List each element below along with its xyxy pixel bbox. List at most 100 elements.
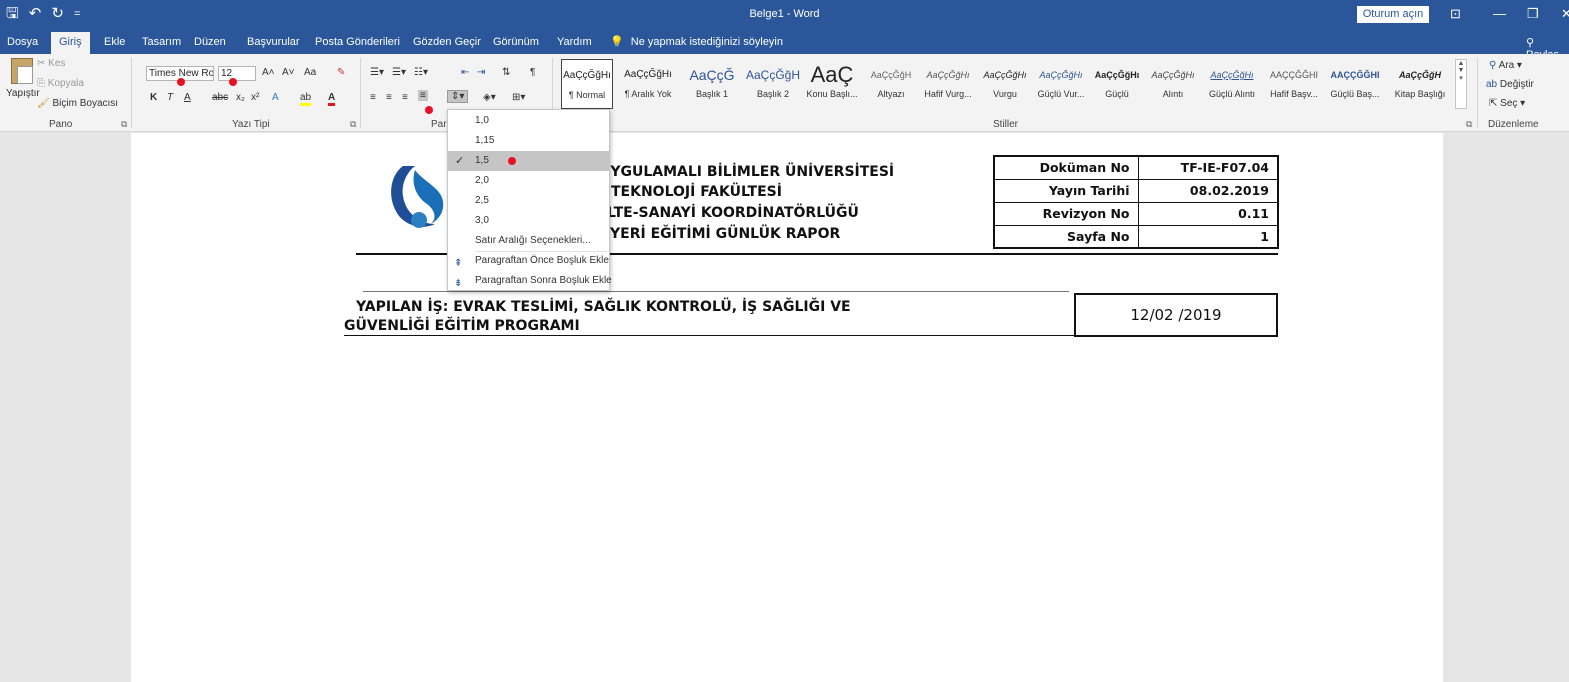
pilcrow-icon[interactable]: ¶ (530, 67, 535, 78)
style-heading1[interactable]: AaÇçĞ Başlık 1 (682, 59, 742, 109)
line-spacing-option[interactable]: 3,0 (448, 211, 609, 231)
line-spacing-option[interactable]: 1,0 (448, 111, 609, 131)
font-launcher-icon[interactable]: ⧉ (350, 119, 356, 130)
style-subtitle[interactable]: AaÇçĞğH Altyazı (863, 59, 919, 109)
style-sample: AaÇçĞğHı (563, 70, 611, 81)
person-icon: ⚲ (1526, 37, 1535, 49)
line-spacing-option[interactable]: 1,15 (448, 131, 609, 151)
style-sample: AaÇçĞğH (745, 68, 801, 82)
line-spacing-options-more[interactable]: Satır Aralığı Seçenekleri... (448, 231, 609, 251)
style-name: Başlık 2 (756, 89, 789, 99)
style-subtle-emphasis[interactable]: AaÇçĞğHı Hafif Vurg... (919, 59, 977, 109)
maximize-icon[interactable]: ❐ (1527, 6, 1539, 22)
style-intense-emphasis[interactable]: AaÇçĞğHı Güçlü Vur... (1033, 59, 1089, 109)
clipboard-launcher-icon[interactable]: ⧉ (121, 119, 127, 130)
space-after-icon: ⇟ (454, 278, 463, 289)
strikethrough-button[interactable]: abc (212, 92, 228, 103)
style-sample: AaÇçĞğHı (1094, 70, 1140, 80)
window-title: Belge1 - Word (749, 8, 820, 20)
line-spacing-option[interactable]: 2,5 (448, 191, 609, 211)
align-left-icon[interactable]: ≡ (370, 92, 376, 103)
brush-icon: 🖌 (37, 98, 50, 109)
style-quote[interactable]: AaÇçĞğHı Alıntı (1145, 59, 1201, 109)
cursor-icon: ⇱ (1489, 98, 1498, 109)
tell-me-search[interactable]: 💡 Ne yapmak istediğinizi söyleyin (610, 35, 783, 48)
align-right-icon[interactable]: ≡ (402, 92, 408, 103)
underline-button[interactable]: A (184, 92, 191, 103)
ribbon-display-icon[interactable]: ⊡ (1450, 6, 1461, 22)
line-spacing-icon[interactable]: ⇕▾ (447, 90, 469, 103)
style-subtle-reference[interactable]: AAÇÇĞĞHI Hafif Başv... (1263, 59, 1325, 109)
work-underline (344, 335, 1074, 336)
minimize-icon[interactable]: — (1493, 6, 1506, 21)
subscript-button[interactable]: x₂ (236, 92, 245, 103)
format-painter-label: Biçim Boyacısı (52, 98, 119, 109)
italic-button[interactable]: T (167, 92, 173, 103)
style-name: Alıntı (1162, 89, 1184, 99)
superscript-button[interactable]: x² (251, 92, 259, 103)
bullets-icon[interactable]: ☰▾ (370, 67, 384, 78)
style-intense-quote[interactable]: AaÇçĞğHı Güçlü Alıntı (1201, 59, 1263, 109)
sort-icon[interactable]: ⇅ (502, 67, 510, 78)
signin-button[interactable]: Oturum açın (1357, 6, 1429, 23)
close-icon[interactable]: ✕ (1561, 6, 1569, 22)
format-painter-button[interactable]: 🖌 Biçim Boyacısı (37, 98, 118, 109)
style-heading2[interactable]: AaÇçĞğH Başlık 2 (743, 59, 803, 109)
bold-button[interactable]: K (150, 92, 157, 103)
style-title[interactable]: AaÇ Konu Başlı... (803, 59, 861, 109)
tab-dosya[interactable]: Dosya (7, 36, 38, 48)
tab-posta[interactable]: Posta Gönderileri (315, 36, 400, 48)
align-center-icon[interactable]: ≡ (386, 92, 392, 103)
shading-icon[interactable]: ◈▾ (483, 92, 496, 103)
tab-ekle[interactable]: Ekle (104, 36, 125, 48)
justify-icon[interactable]: ≡ (418, 90, 428, 101)
style-book-title[interactable]: AaÇçĞğH Kitap Başlığı (1387, 59, 1453, 109)
style-name: Hafif Vurg... (924, 89, 972, 99)
style-no-spacing[interactable]: AaÇçĞğHı ¶ Aralık Yok (618, 59, 678, 109)
text-effects-button[interactable]: A (272, 92, 279, 103)
line-spacing-option-selected[interactable]: ✓ 1,5 (448, 151, 609, 171)
numbering-icon[interactable]: ☰▾ (392, 67, 406, 78)
style-intense-reference[interactable]: AAÇÇĞĞHI Güçlü Baş... (1325, 59, 1385, 109)
paste-icon[interactable] (11, 58, 33, 84)
style-normal[interactable]: AaÇçĞğHı ¶ Normal (561, 59, 613, 109)
style-emphasis[interactable]: AaÇçĞğHı Vurgu (977, 59, 1033, 109)
tab-giris[interactable]: Giriş (51, 32, 90, 54)
add-space-before[interactable]: ⇞ Paragraftan Önce Boşluk Ekle (448, 251, 609, 271)
font-color-button[interactable]: A (328, 92, 336, 106)
increase-indent-icon[interactable]: ⇥ (477, 67, 485, 78)
styles-scroll[interactable]: ▲ ▼ ▾ (1455, 59, 1467, 109)
multilevel-list-icon[interactable]: ☷▾ (414, 67, 428, 78)
paste-button[interactable]: Yapıştır (6, 88, 40, 99)
clear-formatting-icon[interactable]: ✎ (337, 67, 345, 78)
tab-tasarim[interactable]: Tasarım (142, 36, 181, 48)
font-size-combo[interactable]: 12 (218, 66, 256, 81)
line-spacing-option[interactable]: 2,0 (448, 171, 609, 191)
change-case-button[interactable]: Aa (304, 67, 316, 78)
add-space-after[interactable]: ⇟ Paragraftan Sonra Boşluk Ekle (448, 271, 612, 291)
tab-duzen[interactable]: Düzen (194, 36, 226, 48)
decrease-indent-icon[interactable]: ⇤ (461, 67, 469, 78)
tab-yardim[interactable]: Yardım (557, 36, 592, 48)
style-strong[interactable]: AaÇçĞğHı Güçlü (1089, 59, 1145, 109)
copy-icon: ⎘ (37, 78, 45, 89)
copy-button[interactable]: ⎘ Kopyala (37, 78, 84, 89)
style-sample: AaÇçĞ (689, 67, 735, 83)
select-button[interactable]: ⇱ Seç ▾ (1489, 98, 1525, 109)
line-spacing-option-label: 1,5 (475, 155, 489, 166)
style-sample: AaÇçĞğHı (1039, 70, 1083, 80)
style-sample: AaÇ (810, 62, 854, 87)
shrink-font-button[interactable]: A˅ (282, 67, 295, 78)
tab-basvurular[interactable]: Başvurular (247, 36, 300, 48)
replace-button[interactable]: ab Değiştir (1486, 79, 1534, 90)
cut-button[interactable]: ✂ Kes (37, 58, 65, 69)
header-line-2: TEKNOLOJİ FAKÜLTESİ (611, 184, 782, 200)
borders-icon[interactable]: ⊞▾ (512, 92, 525, 103)
tab-gorunum[interactable]: Görünüm (493, 36, 539, 48)
styles-launcher-icon[interactable]: ⧉ (1466, 119, 1472, 130)
highlight-button[interactable]: ab (300, 92, 312, 106)
grow-font-button[interactable]: A˄ (262, 67, 275, 78)
find-button[interactable]: ⚲ Ara ▾ (1489, 60, 1522, 71)
title-bar: 🖫 ↶ ↻ = Belge1 - Word Oturum açın ⊡ — ❐ … (0, 0, 1569, 30)
tab-gozden-gecir[interactable]: Gözden Geçir (413, 36, 481, 48)
